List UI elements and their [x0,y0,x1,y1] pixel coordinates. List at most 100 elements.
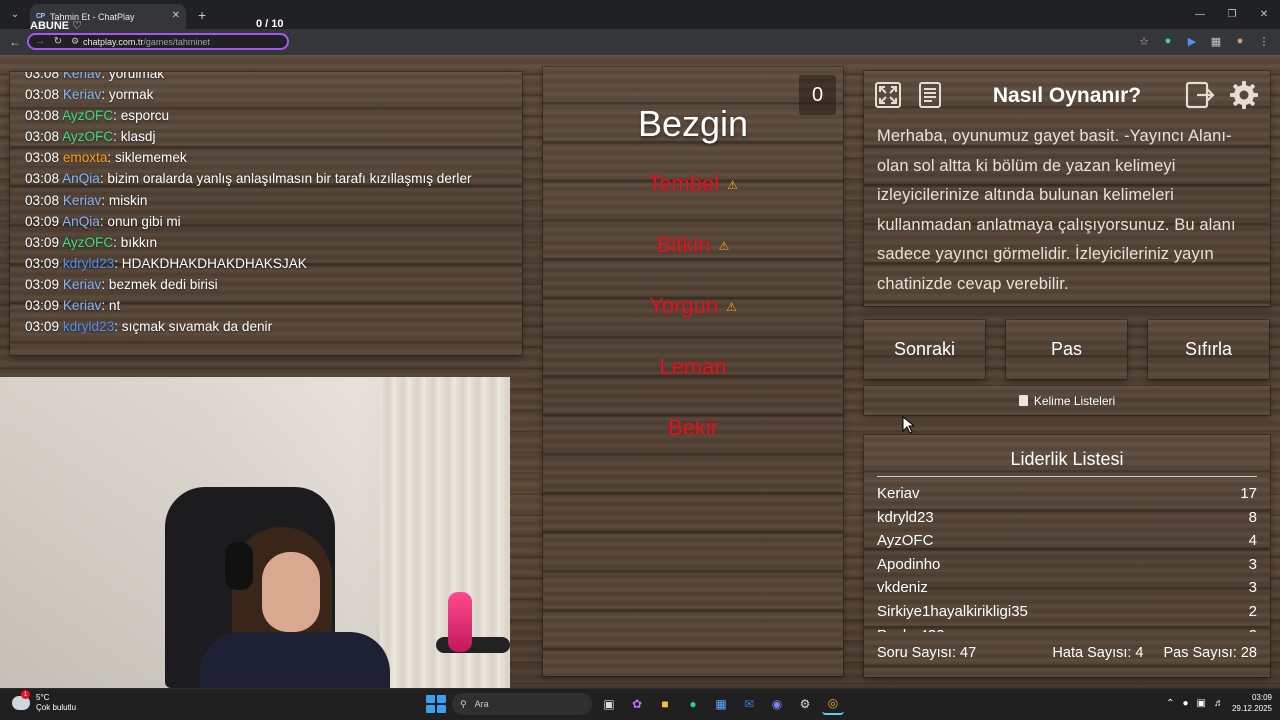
chat-username[interactable]: AnQia [62,214,100,229]
chat-message: 03:09 AyzOFC: bıkkın [25,232,510,253]
word-lists-button[interactable]: Kelime Listeleri [864,386,1270,415]
forward-arrow-icon[interactable]: → [31,36,49,47]
chat-username[interactable]: AyzOFC [62,235,113,250]
chat-separator: : [113,129,121,145]
next-button[interactable]: Sonraki [864,320,985,379]
network-icon[interactable]: ▣ [1197,698,1206,709]
chat-message: 03:08 Keriav: miskin [25,190,510,211]
browser-tab-strip: ⌄ CP Tahmin Et - ChatPlay ✕ + — ❐ ✕ [0,0,1280,29]
leaderboard-row: vkdeniz 3 [877,576,1257,600]
outlook-icon[interactable]: ✉ [738,693,760,715]
chat-username[interactable]: kdryld23 [63,256,114,271]
extensions-puzzle-icon[interactable]: ▦ [1208,33,1224,49]
url-text[interactable]: chatplay.com.tr/games/tahminet [83,37,210,47]
tab-search-button[interactable]: ⌄ [4,4,26,26]
settings-gear-icon[interactable] [1228,79,1260,111]
chat-username[interactable]: AyzOFC [62,108,113,123]
temperature: 5°C [36,693,50,702]
chat-username[interactable]: AyzOFC [62,129,113,144]
back-arrow-icon[interactable]: ← [4,35,26,49]
leaderboard-score: 3 [1248,579,1257,597]
chat-text: bezmek dedi birisi [108,276,218,292]
forbidden-word-text: Bitkin [656,232,711,257]
bookmark-star-icon[interactable]: ☆ [1136,33,1152,49]
browser-menu-icon[interactable]: ⋮ [1256,33,1272,49]
exit-icon[interactable] [1184,79,1216,111]
leaderboard-list[interactable]: Keriav 17 kdryld23 8 AyzOFC 4 Apodinho 3 vkdeniz… [877,482,1257,632]
chat-text: onun gibi mi [107,213,181,229]
forbidden-word: Leman [543,354,843,380]
volume-icon[interactable]: ♬ [1214,698,1224,709]
chat-message: 03:08 AyzOFC: esporcu [25,105,510,126]
minimize-button[interactable]: — [1184,0,1216,29]
chat-username[interactable]: Keriav [63,87,102,102]
chat-separator: : [113,234,121,250]
restore-button[interactable]: ❐ [1216,0,1248,29]
task-view-icon[interactable]: ▣ [598,693,620,715]
chrome-icon[interactable]: ◎ [822,693,844,715]
window-controls: — ❐ ✕ [1184,0,1280,29]
chat-text: sıçmak sıvamak da denir [121,319,273,335]
site-info-icon[interactable]: ⚙ [67,36,83,47]
chat-message: 03:08 AyzOFC: klasdj [25,126,510,147]
chat-separator: : [114,255,122,271]
chat-timestamp: 03:09 [25,276,60,292]
chat-username[interactable]: AnQia [62,171,100,186]
chat-username[interactable]: emoxta [63,150,108,165]
chat-username[interactable]: Keriav [63,72,102,81]
leaderboard-score: 3 [1248,555,1257,573]
leaderboard-name: vkdeniz [877,579,928,597]
leaderboard-name: Pacho432 [877,624,945,632]
store-icon[interactable]: ▦ [710,693,732,715]
new-tab-button[interactable]: + [198,7,206,23]
pass-button[interactable]: Pas [1006,320,1127,379]
chat-separator: : [101,192,109,208]
leaderboard-title: Liderlik Listesi [877,449,1257,477]
chat-message: 03:09 AnQia: onun gibi mi [25,211,510,232]
file-explorer-icon[interactable]: ■ [654,693,676,715]
chat-username[interactable]: Keriav [63,193,102,208]
close-window-button[interactable]: ✕ [1248,0,1280,29]
copilot-icon[interactable]: ✿ [626,693,648,715]
reset-button[interactable]: Sıfırla [1148,320,1269,379]
profile-avatar-icon[interactable]: ● [1232,33,1248,49]
leaderboard-row: AyzOFC 4 [877,529,1257,553]
edge-browser-icon[interactable]: ● [682,693,704,715]
chat-message: 03:09 Keriav: bezmek dedi birisi [25,274,510,295]
windows-taskbar: 1 5°C Çok bulutlu ⚲ Ara ▣ ✿ ■ ● ▦ ✉ ◉ ⚙ … [0,688,1280,720]
chat-timestamp: 03:09 [25,213,60,229]
start-windows-icon[interactable] [424,693,446,715]
extension-shield-icon[interactable]: ● [1160,33,1176,49]
chat-separator: : [107,150,115,166]
chat-username[interactable]: Keriav [63,277,102,292]
pass-count: Pas Sayısı: 28 [1163,645,1258,661]
chat-timestamp: 03:08 [25,72,60,81]
chat-separator: : [101,298,109,314]
system-clock[interactable]: 03:09 29.12.2025 [1232,692,1272,714]
leaderboard-score: 2 [1248,602,1257,620]
warning-icon: ⚠ [726,300,737,315]
url-host: chatplay.com.tr [83,36,144,47]
chat-timestamp: 03:08 [25,171,60,187]
target-word: Bezgin [637,103,749,144]
reload-icon[interactable]: ↻ [49,36,67,47]
chat-timestamp: 03:09 [25,234,60,250]
weather-widget[interactable]: 1 5°C Çok bulutlu [12,690,76,713]
leaderboard-row: Keriav 17 [877,482,1257,506]
forbidden-word: Bekir [543,415,843,441]
chat-text: klasdj [120,129,156,145]
tray-chevron-icon[interactable]: ⌃ [1166,698,1174,709]
chat-username[interactable]: kdryld23 [63,319,114,334]
audio-icon[interactable]: ▶ [1184,33,1200,49]
close-tab-icon[interactable]: ✕ [172,10,180,21]
microphone-tray-icon[interactable]: ● [1182,698,1188,709]
taskbar-search[interactable]: ⚲ Ara [452,693,592,715]
chat-username[interactable]: Keriav [63,298,102,313]
steam-icon[interactable]: ⚙ [794,693,816,715]
chat-separator: : [101,72,109,81]
address-bar[interactable]: → ↻ ⚙ chatplay.com.tr/games/tahminet [27,33,289,50]
chat-timestamp: 03:08 [25,87,60,103]
chat-message: 03:08 emoxta: siklememek [25,147,510,168]
discord-icon[interactable]: ◉ [766,693,788,715]
chat-text: bıkkın [120,234,158,250]
